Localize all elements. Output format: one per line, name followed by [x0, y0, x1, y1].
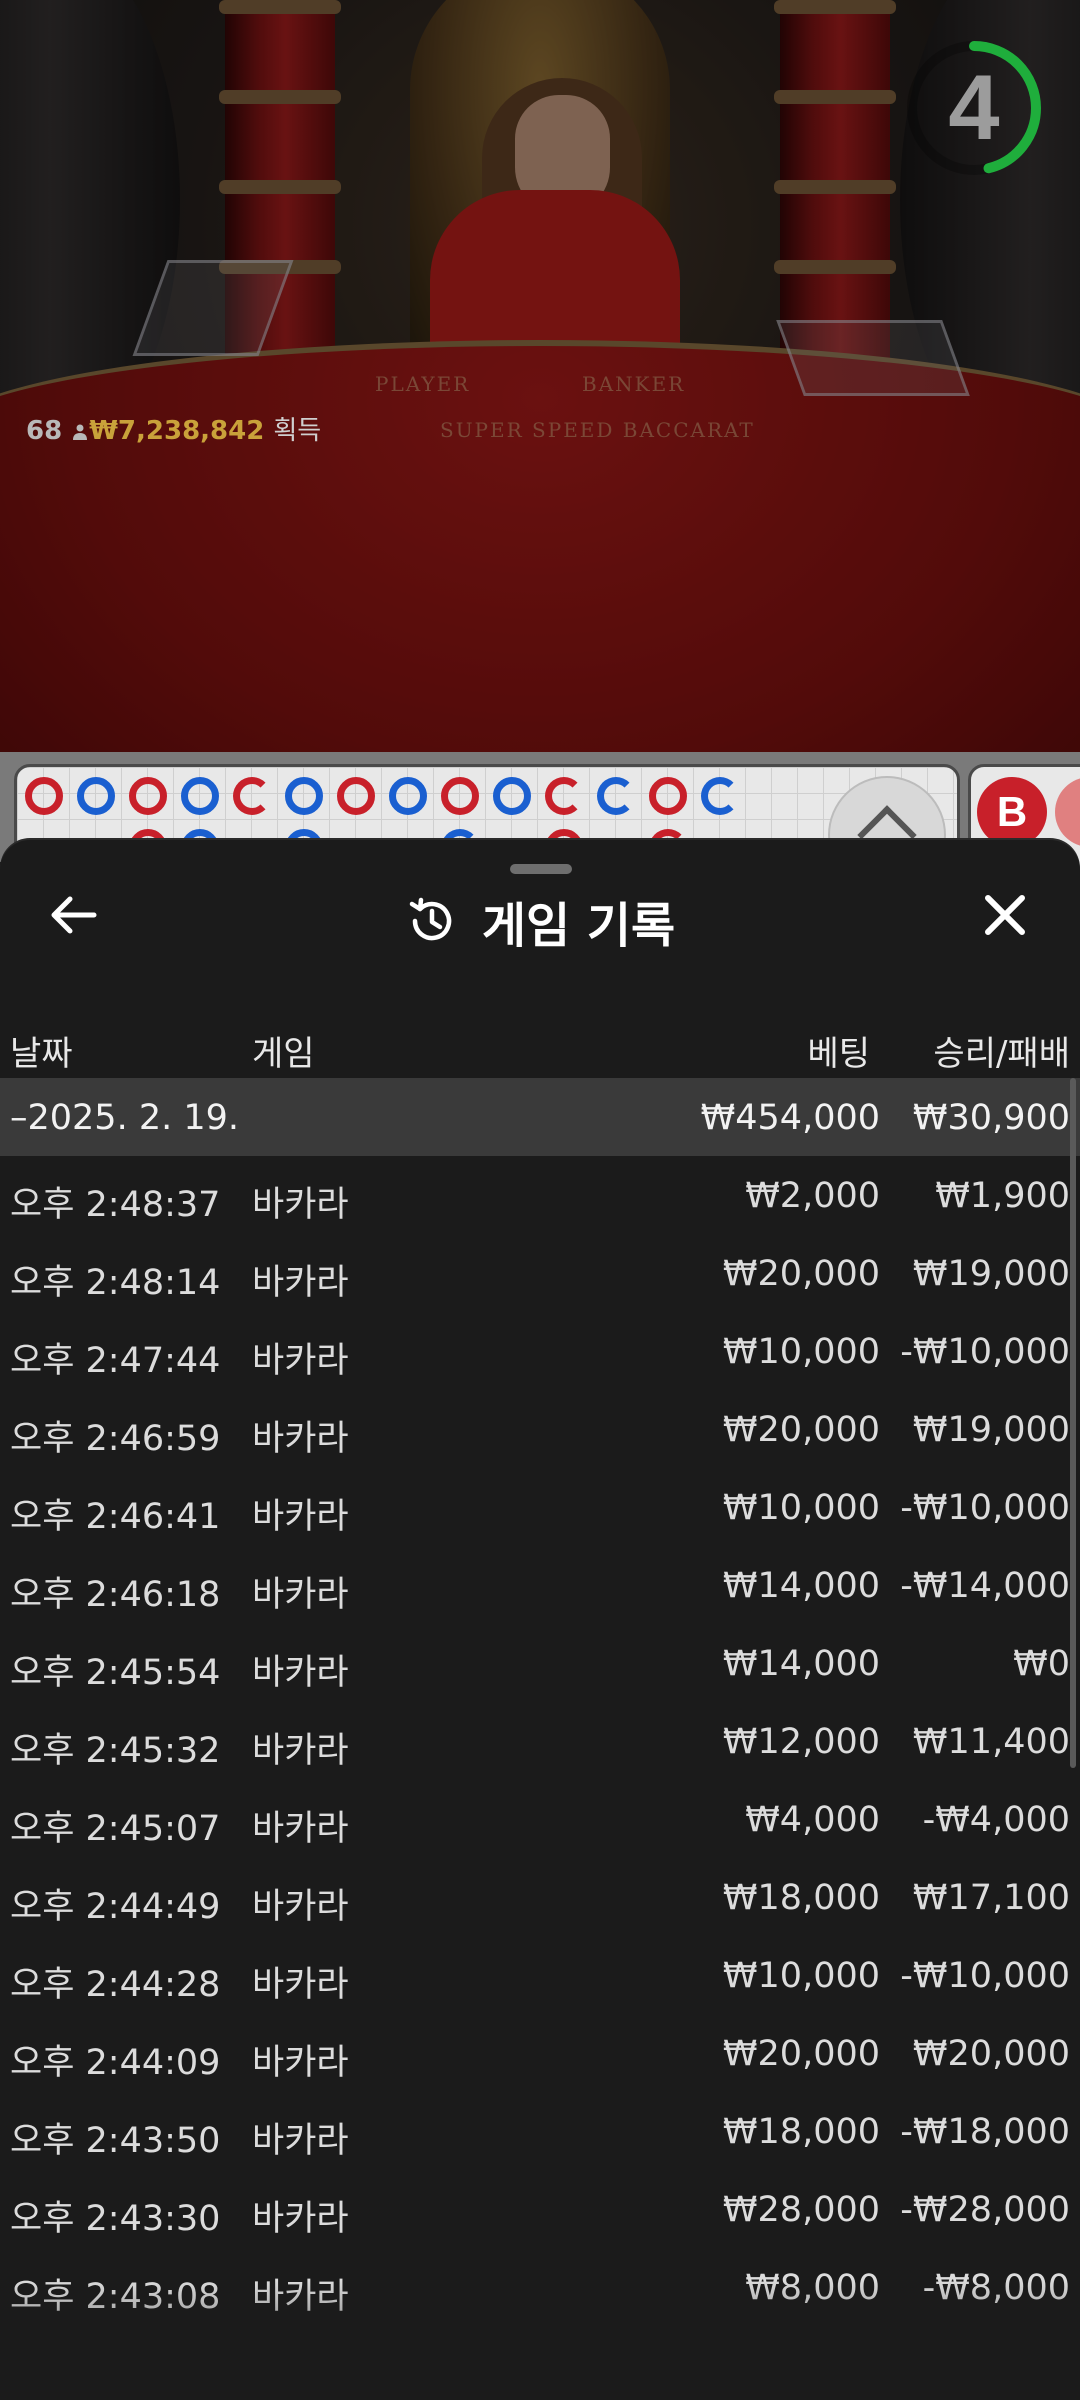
row-game: 바카라 — [252, 1965, 349, 2005]
row-time: 오후 2:47:44 — [10, 1341, 221, 1381]
row-win-loss: -₩14,000 — [900, 1566, 1070, 1606]
summary-bet: ₩454,000 — [700, 1098, 880, 1138]
bet-timer: 4 — [904, 38, 1044, 178]
row-time: 오후 2:46:59 — [10, 1419, 221, 1459]
table-row[interactable]: 오후 2:46:59 바카라 ₩20,000 ₩19,000 — [0, 1390, 1080, 1468]
table-row[interactable]: 오후 2:48:37 바카라 ₩2,000 ₩1,900 — [0, 1156, 1080, 1234]
row-win-loss: -₩28,000 — [900, 2190, 1070, 2230]
table-row[interactable]: 오후 2:43:50 바카라 ₩18,000 -₩18,000 — [0, 2092, 1080, 2170]
row-game: 바카라 — [252, 2199, 349, 2239]
table-header: 날짜 게임 베팅 승리/패배 — [0, 1012, 1080, 1079]
user-icon — [73, 424, 88, 440]
row-bet: ₩20,000 — [722, 1410, 880, 1450]
win-label: 획득 — [273, 416, 322, 446]
row-game: 바카라 — [252, 1809, 349, 1849]
row-bet: ₩10,000 — [722, 1488, 880, 1528]
table-row[interactable]: 오후 2:45:54 바카라 ₩14,000 ₩0 — [0, 1624, 1080, 1702]
row-win-loss: ₩19,000 — [912, 1254, 1070, 1294]
row-time: 오후 2:45:32 — [10, 1731, 221, 1771]
row-time: 오후 2:44:28 — [10, 1965, 221, 2005]
sheet-header: 게임 기록 — [0, 886, 1080, 954]
row-game: 바카라 — [252, 2121, 349, 2161]
row-time: 오후 2:44:49 — [10, 1887, 221, 1927]
close-button[interactable] — [980, 890, 1030, 940]
row-bet: ₩10,000 — [722, 1956, 880, 1996]
scrollbar[interactable] — [1070, 1078, 1076, 1768]
win-amount: ₩7,238,842 — [89, 416, 265, 446]
row-bet: ₩10,000 — [722, 1332, 880, 1372]
table-row[interactable]: 오후 2:45:32 바카라 ₩12,000 ₩11,400 — [0, 1702, 1080, 1780]
row-win-loss: ₩0 — [1013, 1644, 1070, 1684]
predict-player-button[interactable] — [1055, 777, 1080, 847]
summary-date: –2025. 2. 19. — [10, 1098, 240, 1138]
row-game: 바카라 — [252, 1263, 349, 1303]
row-time: 오후 2:48:14 — [10, 1263, 221, 1303]
row-game: 바카라 — [252, 1575, 349, 1615]
table-row[interactable]: 오후 2:44:28 바카라 ₩10,000 -₩10,000 — [0, 1936, 1080, 2014]
predict-banker-button[interactable]: B — [977, 777, 1047, 847]
row-bet: ₩14,000 — [722, 1644, 880, 1684]
history-table: –2025. 2. 19. ₩454,000 ₩30,900 오후 2:48:3… — [0, 1078, 1080, 2326]
column-date: 날짜 — [10, 1034, 73, 1074]
row-game: 바카라 — [252, 1887, 349, 1927]
row-bet: ₩14,000 — [722, 1566, 880, 1606]
row-win-loss: -₩18,000 — [900, 2112, 1070, 2152]
row-win-loss: ₩19,000 — [912, 1410, 1070, 1450]
row-win-loss: ₩1,900 — [935, 1176, 1070, 1216]
row-time: 오후 2:45:07 — [10, 1809, 221, 1849]
column-win-loss: 승리/패배 — [933, 1034, 1070, 1074]
table-row[interactable]: 오후 2:44:09 바카라 ₩20,000 ₩20,000 — [0, 2014, 1080, 2092]
row-time: 오후 2:46:41 — [10, 1497, 221, 1537]
row-time: 오후 2:48:37 — [10, 1185, 221, 1225]
table-row[interactable]: 오후 2:47:44 바카라 ₩10,000 -₩10,000 — [0, 1312, 1080, 1390]
row-win-loss: -₩10,000 — [900, 1956, 1070, 1996]
table-row[interactable]: 오후 2:44:49 바카라 ₩18,000 ₩17,100 — [0, 1858, 1080, 1936]
table-row[interactable]: 오후 2:43:30 바카라 ₩28,000 -₩28,000 — [0, 2170, 1080, 2248]
table-row[interactable]: 오후 2:48:14 바카라 ₩20,000 ₩19,000 — [0, 1234, 1080, 1312]
list-fade-overlay — [0, 2280, 1080, 2400]
row-win-loss: ₩20,000 — [912, 2034, 1070, 2074]
row-time: 오후 2:43:30 — [10, 2199, 221, 2239]
history-icon — [409, 897, 452, 941]
row-game: 바카라 — [252, 2043, 349, 2083]
row-bet: ₩4,000 — [745, 1800, 880, 1840]
row-time: 오후 2:46:18 — [10, 1575, 221, 1615]
row-bet: ₩18,000 — [722, 1878, 880, 1918]
row-bet: ₩20,000 — [722, 2034, 880, 2074]
row-time: 오후 2:44:09 — [10, 2043, 221, 2083]
row-bet: ₩12,000 — [722, 1722, 880, 1762]
row-bet: ₩2,000 — [745, 1176, 880, 1216]
close-icon — [985, 895, 1025, 935]
row-game: 바카라 — [252, 1341, 349, 1381]
table-row[interactable]: 오후 2:46:41 바카라 ₩10,000 -₩10,000 — [0, 1468, 1080, 1546]
winnings-ticker: 68 ₩7,238,842 획득 — [26, 410, 321, 447]
summary-win-loss: ₩30,900 — [912, 1098, 1070, 1138]
table-row[interactable]: 오후 2:45:07 바카라 ₩4,000 -₩4,000 — [0, 1780, 1080, 1858]
row-win-loss: -₩10,000 — [900, 1332, 1070, 1372]
row-time: 오후 2:45:54 — [10, 1653, 221, 1693]
row-win-loss: -₩10,000 — [900, 1488, 1070, 1528]
row-game: 바카라 — [252, 1419, 349, 1459]
table-row[interactable]: 오후 2:46:18 바카라 ₩14,000 -₩14,000 — [0, 1546, 1080, 1624]
row-win-loss: -₩4,000 — [922, 1800, 1070, 1840]
column-bet: 베팅 — [807, 1034, 870, 1074]
sheet-drag-handle[interactable] — [510, 864, 572, 874]
live-video: PLAYER BANKER SUPER SPEED BACCARAT 68 ₩7… — [0, 0, 1080, 752]
sheet-title: 게임 기록 — [481, 898, 676, 954]
column-game: 게임 — [252, 1034, 315, 1074]
row-game: 바카라 — [252, 1731, 349, 1771]
row-bet: ₩18,000 — [722, 2112, 880, 2152]
row-game: 바카라 — [252, 1185, 349, 1225]
date-summary-row[interactable]: –2025. 2. 19. ₩454,000 ₩30,900 — [0, 1078, 1080, 1156]
row-bet: ₩28,000 — [722, 2190, 880, 2230]
timer-value: 4 — [948, 57, 1000, 159]
game-history-sheet: 게임 기록 날짜 게임 베팅 승리/패배 –2025. 2. 19. ₩454,… — [0, 840, 1080, 2400]
row-bet: ₩20,000 — [722, 1254, 880, 1294]
row-time: 오후 2:43:50 — [10, 2121, 221, 2161]
row-game: 바카라 — [252, 1653, 349, 1693]
row-win-loss: ₩17,100 — [912, 1878, 1070, 1918]
players-count: 68 — [26, 416, 63, 446]
row-win-loss: ₩11,400 — [912, 1722, 1070, 1762]
row-game: 바카라 — [252, 1497, 349, 1537]
